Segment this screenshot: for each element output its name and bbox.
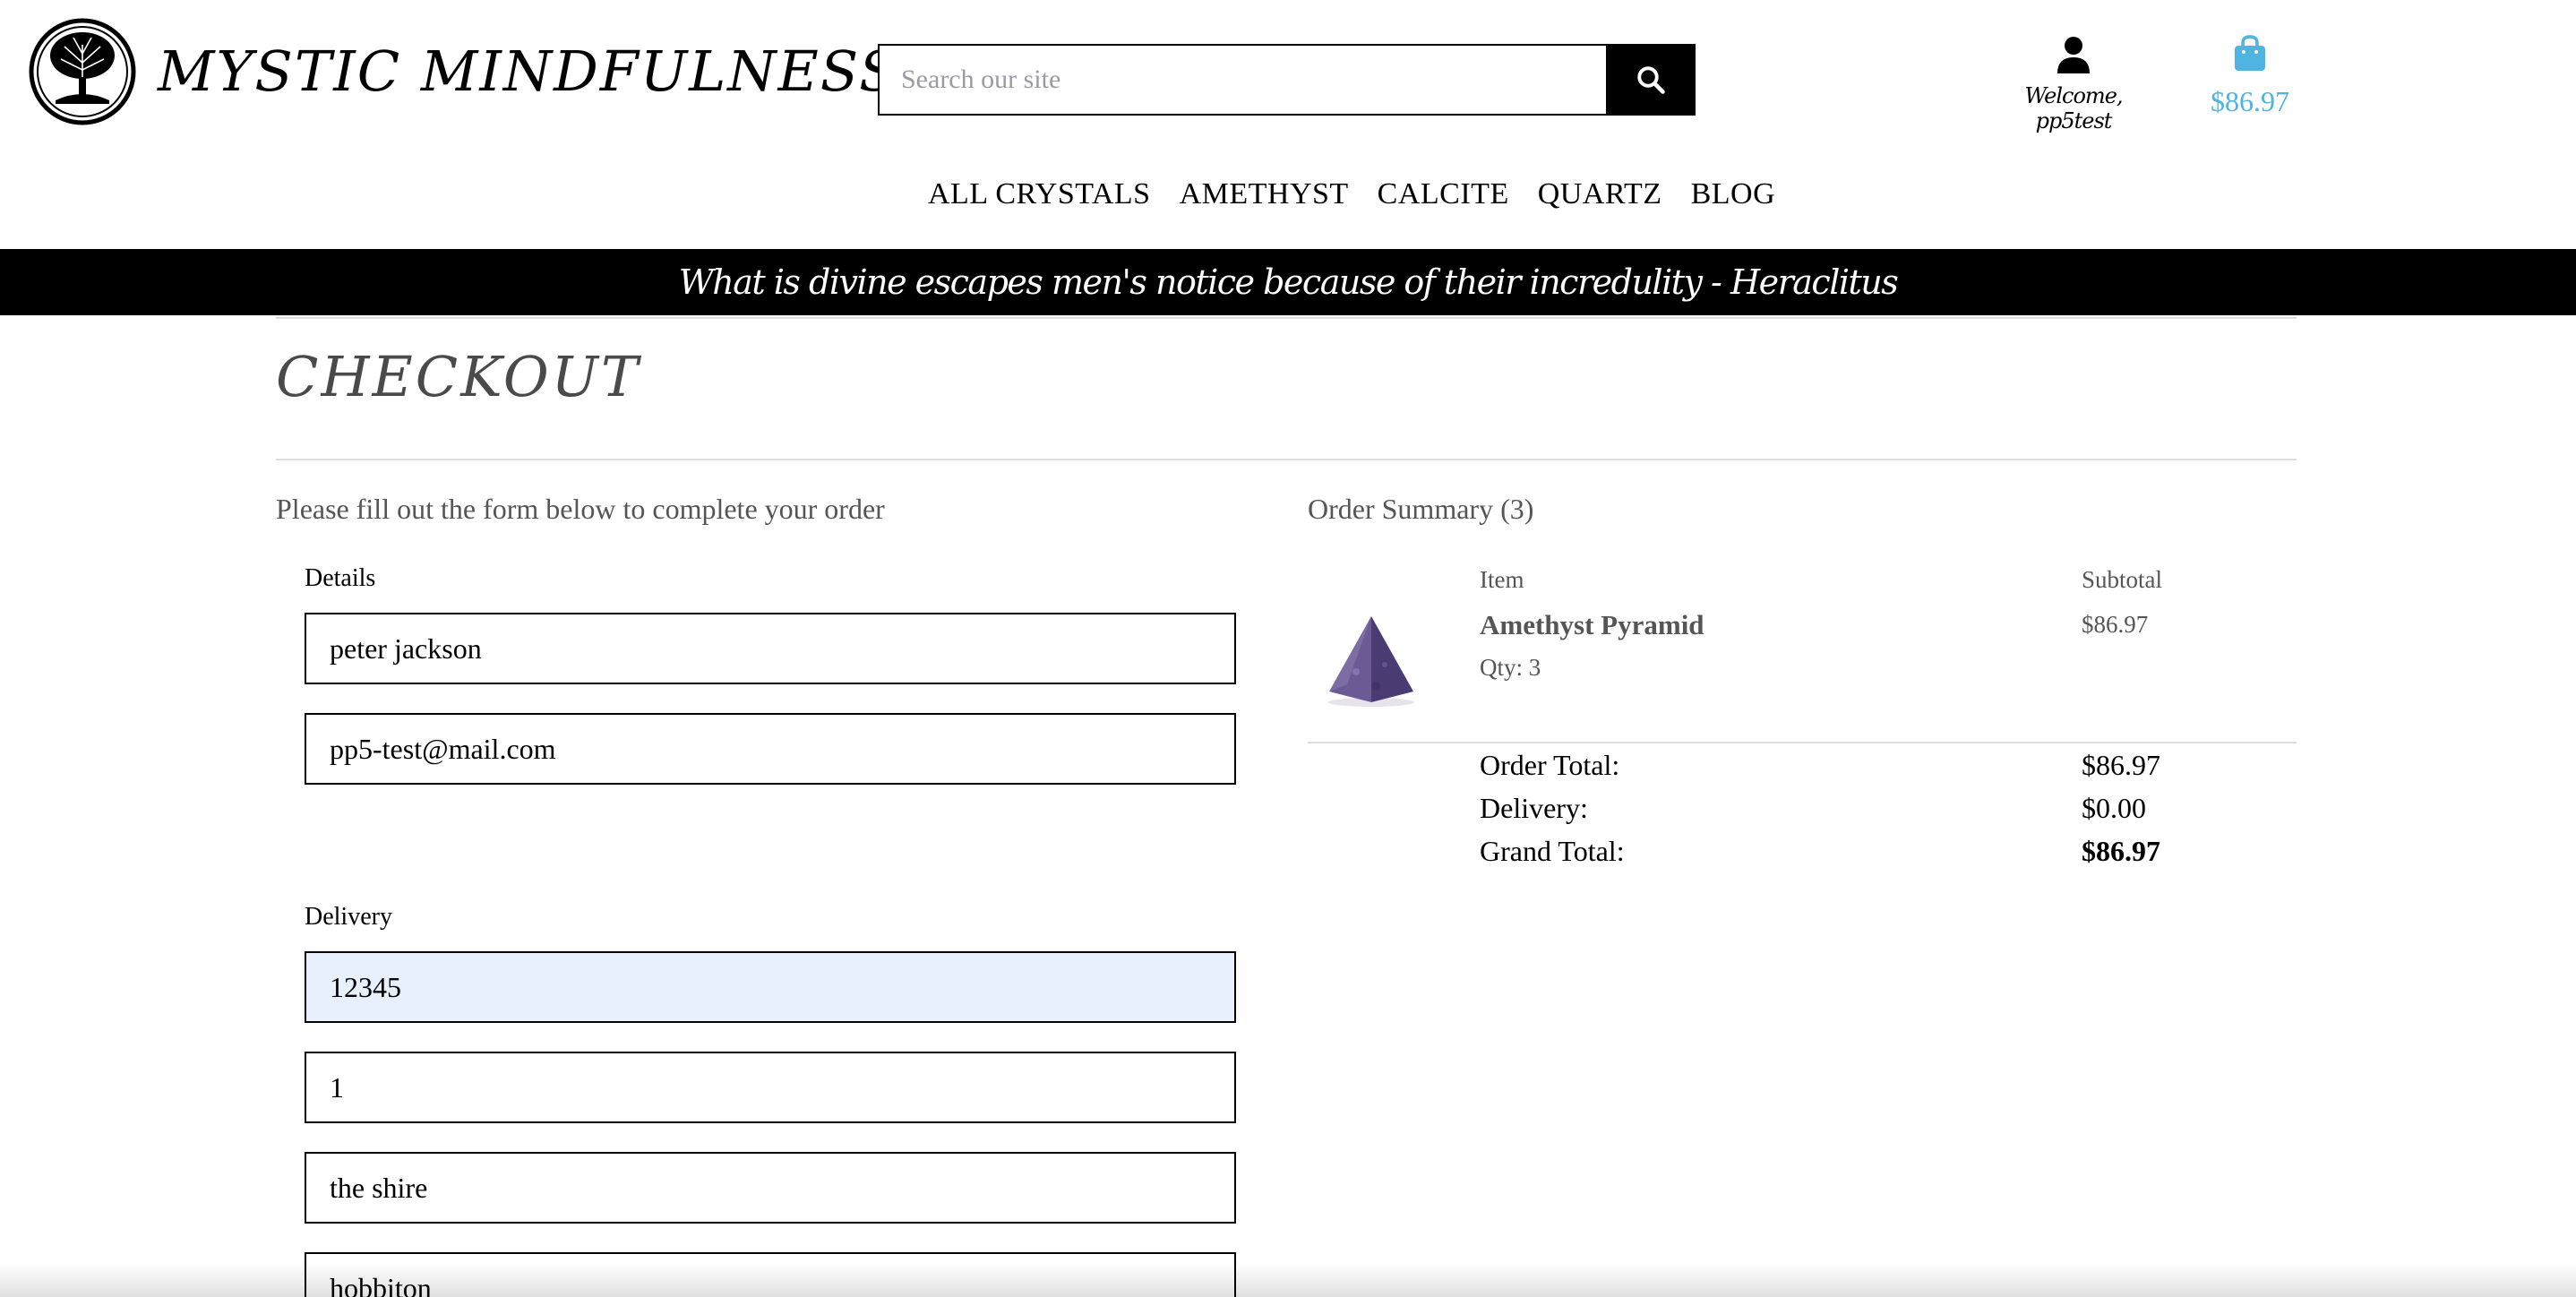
delivery-value: $0.00 <box>2082 792 2146 824</box>
details-legend: Details <box>305 564 376 592</box>
main-nav: ALL CRYSTALS AMETHYST CALCITE QUARTZ BLO… <box>928 177 1775 211</box>
phone-number-field[interactable]: 12345 <box>305 951 1236 1023</box>
nav-amethyst[interactable]: AMETHYST <box>1180 177 1349 211</box>
user-icon <box>2057 37 2090 73</box>
quote-text: What is divine escapes men's notice beca… <box>678 262 1899 302</box>
tree-of-life-logo-icon <box>29 18 136 125</box>
shopping-bag-link[interactable]: $86.97 <box>2205 34 2295 118</box>
col-header-item: Item <box>1480 566 1524 593</box>
nav-calcite[interactable]: CALCITE <box>1378 177 1509 211</box>
shopping-bag-icon <box>2235 35 2265 71</box>
site-header: MYSTIC MINDFULNESS Welcome, pp5test $86.… <box>0 0 2576 249</box>
search-input[interactable] <box>878 44 1606 116</box>
search-form <box>878 44 1696 116</box>
email-field[interactable]: pp5-test@mail.com <box>305 713 1236 785</box>
brand-name: MYSTIC MINDFULNESS <box>158 39 899 104</box>
col-header-subtotal: Subtotal <box>2082 566 2163 593</box>
nav-quartz[interactable]: QUARTZ <box>1538 177 1662 211</box>
nav-blog[interactable]: BLOG <box>1691 177 1776 211</box>
delivery-label: Delivery: <box>1480 792 1588 824</box>
quote-banner: What is divine escapes men's notice beca… <box>0 249 2576 315</box>
delivery-legend: Delivery <box>305 903 392 931</box>
street-address2-field[interactable]: the shire <box>305 1152 1236 1224</box>
full-name-field[interactable]: peter jackson <box>305 613 1236 684</box>
product-subtotal: $86.97 <box>2082 611 2149 638</box>
search-button[interactable] <box>1606 44 1696 116</box>
form-intro: Please fill out the form below to comple… <box>276 493 885 525</box>
search-icon <box>1637 66 1665 94</box>
welcome-label: Welcome, pp5test <box>2024 83 2123 133</box>
amethyst-pyramid-image <box>1320 609 1422 711</box>
nav-all-crystals[interactable]: ALL CRYSTALS <box>928 177 1151 211</box>
brand-logo-link[interactable]: MYSTIC MINDFULNESS <box>29 18 899 125</box>
grand-total-value: $86.97 <box>2082 835 2160 867</box>
product-name: Amethyst Pyramid <box>1480 609 1704 640</box>
account-menu[interactable]: Welcome, pp5test <box>1997 36 2150 133</box>
divider <box>1308 742 2297 743</box>
grand-total-label: Grand Total: <box>1480 835 1625 867</box>
product-qty: Qty: 3 <box>1480 654 1541 681</box>
divider <box>276 459 2297 460</box>
bag-total: $86.97 <box>2211 85 2289 117</box>
page-title: CHECKOUT <box>276 344 641 409</box>
order-summary-title: Order Summary (3) <box>1308 493 1534 525</box>
street-address1-field[interactable]: 1 <box>305 1052 1236 1123</box>
town-city-field[interactable]: hobbiton <box>305 1252 1236 1297</box>
order-total-label: Order Total: <box>1480 749 1620 781</box>
order-total-value: $86.97 <box>2082 749 2160 781</box>
divider <box>276 317 2297 319</box>
